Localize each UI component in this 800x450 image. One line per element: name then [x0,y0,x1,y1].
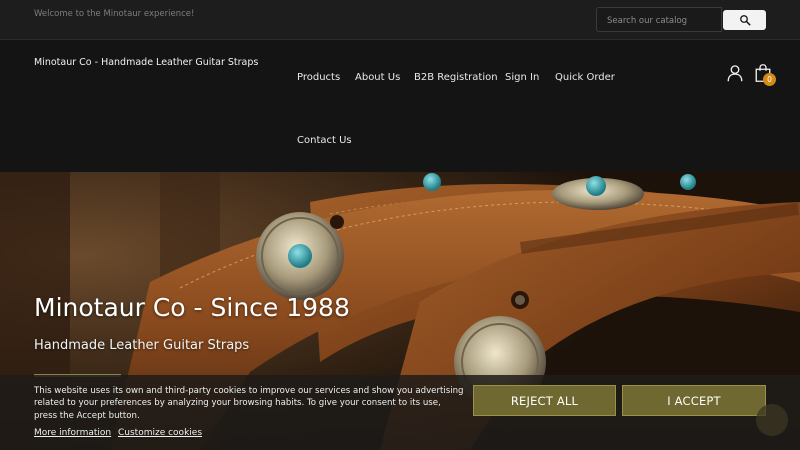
accept-button[interactable]: I ACCEPT [622,385,766,416]
nav-sign-in[interactable]: Sign In [505,72,539,83]
nav-b2b-registration[interactable]: B2B Registration [414,72,498,83]
more-information-link[interactable]: More information [34,428,111,438]
scroll-to-top-button[interactable] [756,404,788,436]
site-header: Minotaur Co - Handmade Leather Guitar St… [0,41,800,172]
search-button[interactable] [723,10,766,30]
nav-about-us[interactable]: About Us [355,72,400,83]
cart-count-badge: 0 [763,73,776,86]
nav-contact-us[interactable]: Contact Us [297,135,352,146]
reject-all-button[interactable]: REJECT ALL [473,385,616,416]
nav-quick-order[interactable]: Quick Order [555,72,615,83]
site-brand[interactable]: Minotaur Co - Handmade Leather Guitar St… [34,57,258,68]
customize-cookies-link[interactable]: Customize cookies [118,428,202,438]
top-bar: Welcome to the Minotaur experience! [0,0,800,40]
cookie-message: This website uses its own and third-part… [34,386,464,421]
welcome-message: Welcome to the Minotaur experience! [34,9,195,19]
search-box[interactable] [596,7,722,33]
cookie-banner: This website uses its own and third-part… [0,375,800,450]
page: Welcome to the Minotaur experience! Mino… [0,0,800,450]
search-input[interactable] [597,9,721,33]
user-icon[interactable] [726,64,744,82]
hero-subtitle: Handmade Leather Guitar Straps [34,338,250,353]
nav-products[interactable]: Products [297,72,340,83]
hero-title: Minotaur Co - Since 1988 [34,293,350,322]
search-icon [739,15,750,26]
